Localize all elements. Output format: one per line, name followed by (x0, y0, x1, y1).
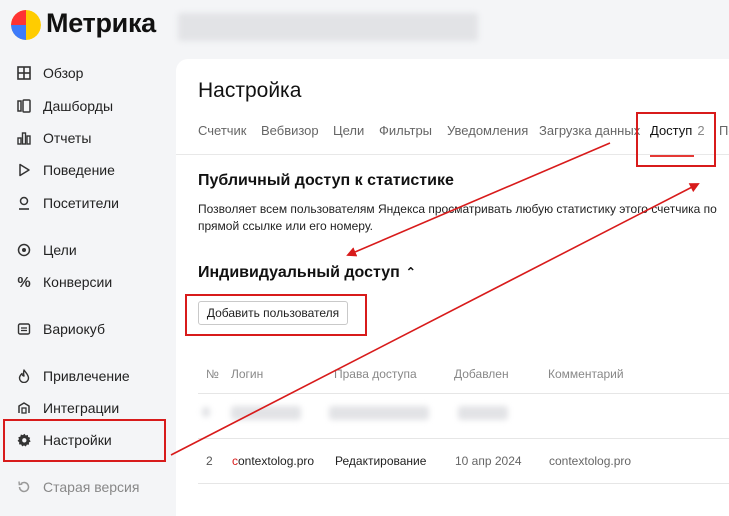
arrow-access-to-add-user (346, 142, 611, 257)
arrow-settings-to-access (170, 183, 700, 456)
annotation-arrows (170, 142, 700, 456)
